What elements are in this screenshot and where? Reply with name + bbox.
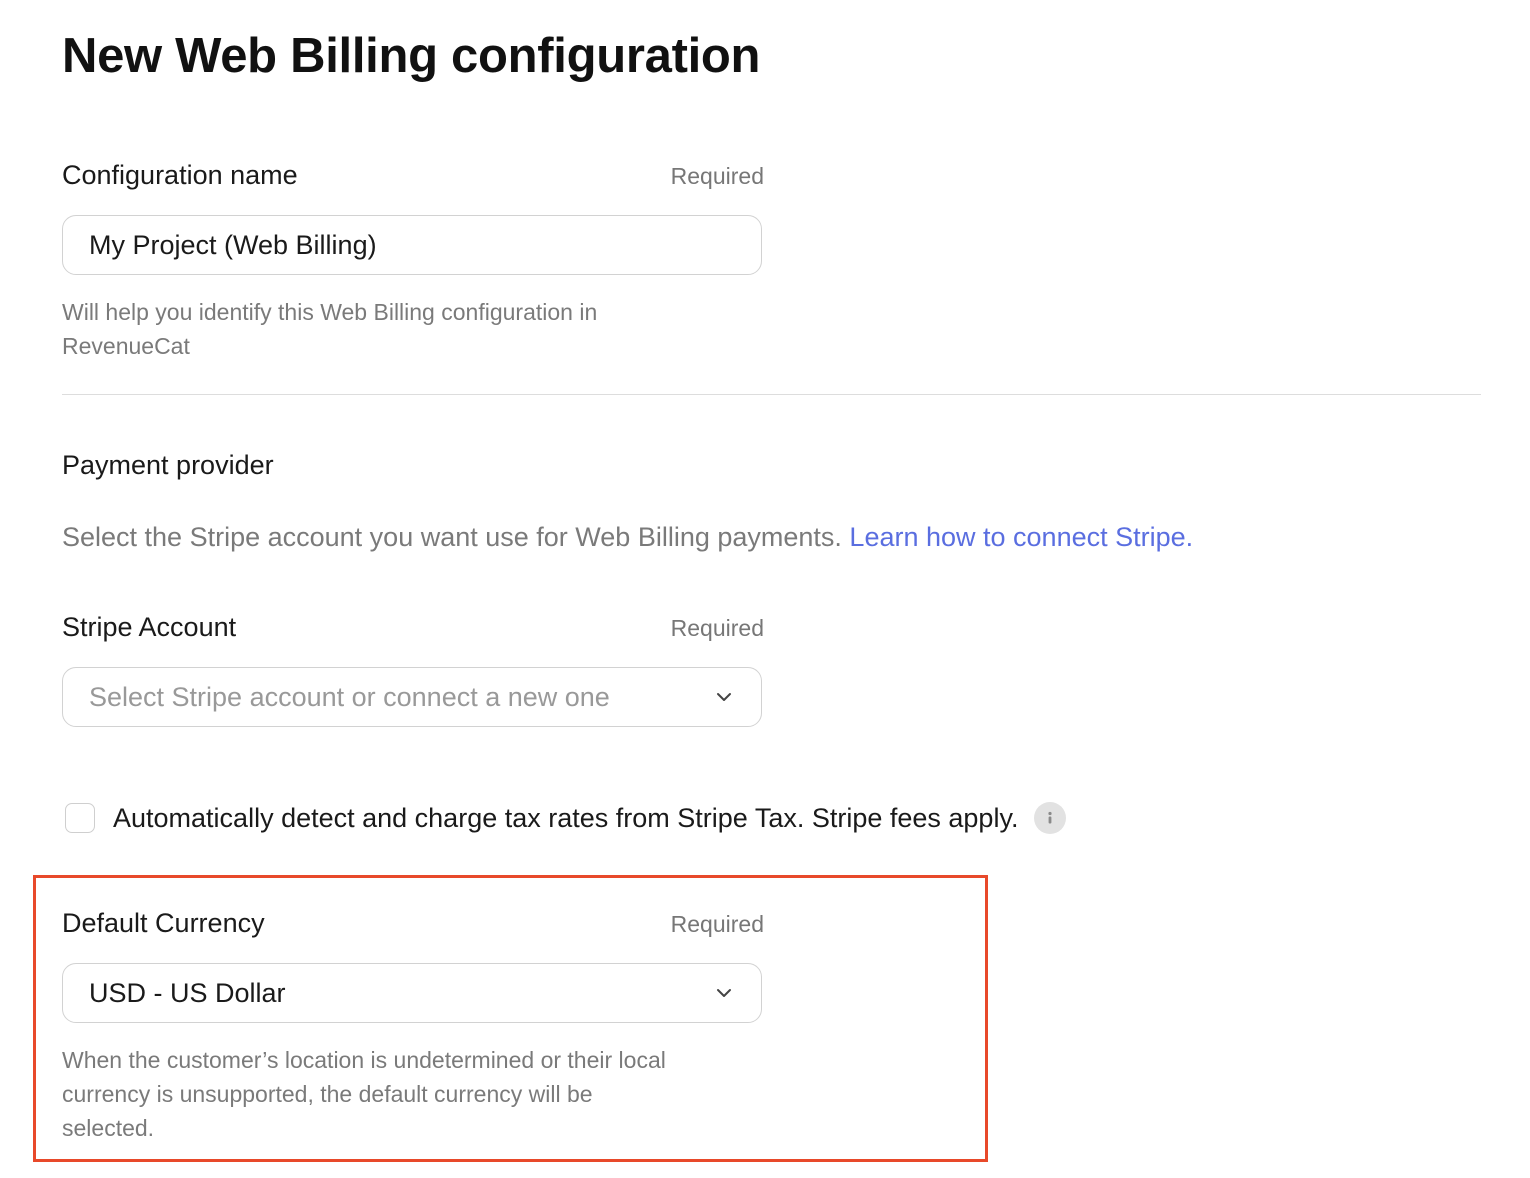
stripe-tax-checkbox[interactable] bbox=[65, 803, 95, 833]
stripe-account-placeholder: Select Stripe account or connect a new o… bbox=[89, 681, 610, 712]
payment-provider-title: Payment provider bbox=[62, 450, 274, 480]
default-currency-label-row: Default Currency Required bbox=[62, 908, 764, 939]
default-currency-label: Default Currency bbox=[62, 908, 265, 938]
default-currency-hint: When the customer’s location is undeterm… bbox=[62, 1043, 666, 1145]
section-divider bbox=[62, 394, 1481, 395]
payment-provider-description-text: Select the Stripe account you want use f… bbox=[62, 522, 850, 552]
default-currency-hint-line-1: When the customer’s location is undeterm… bbox=[62, 1047, 666, 1073]
default-currency-select[interactable]: USD - US Dollar bbox=[62, 963, 762, 1023]
config-name-hint-line-2: RevenueCat bbox=[62, 333, 190, 359]
connect-stripe-link[interactable]: Learn how to connect Stripe. bbox=[849, 522, 1193, 552]
config-name-input[interactable]: My Project (Web Billing) bbox=[62, 215, 762, 275]
chevron-down-icon bbox=[713, 982, 735, 1004]
default-currency-hint-line-3: selected. bbox=[62, 1115, 155, 1141]
config-name-hint: Will help you identify this Web Billing … bbox=[62, 295, 597, 363]
page-title: New Web Billing configuration bbox=[62, 29, 761, 83]
payment-provider-description: Select the Stripe account you want use f… bbox=[62, 522, 1193, 553]
default-currency-hint-line-2: currency is unsupported, the default cur… bbox=[62, 1081, 593, 1107]
config-name-hint-line-1: Will help you identify this Web Billing … bbox=[62, 299, 598, 325]
stripe-account-label: Stripe Account bbox=[62, 612, 237, 642]
config-name-required: Required bbox=[670, 163, 764, 189]
chevron-down-icon bbox=[713, 686, 735, 708]
config-name-label: Configuration name bbox=[62, 160, 298, 190]
stripe-account-select[interactable]: Select Stripe account or connect a new o… bbox=[62, 667, 762, 727]
config-name-value: My Project (Web Billing) bbox=[89, 229, 377, 260]
stripe-account-label-row: Stripe Account Required bbox=[62, 612, 764, 643]
info-icon[interactable] bbox=[1034, 802, 1067, 834]
default-currency-required: Required bbox=[670, 911, 764, 937]
stripe-tax-row: Automatically detect and charge tax rate… bbox=[65, 802, 1067, 834]
stripe-account-required: Required bbox=[670, 615, 764, 641]
config-name-label-row: Configuration name Required bbox=[62, 160, 764, 191]
default-currency-value: USD - US Dollar bbox=[89, 977, 286, 1008]
web-billing-config-page: New Web Billing configuration Configurat… bbox=[0, 0, 1530, 1178]
stripe-tax-label: Automatically detect and charge tax rate… bbox=[113, 802, 1019, 833]
